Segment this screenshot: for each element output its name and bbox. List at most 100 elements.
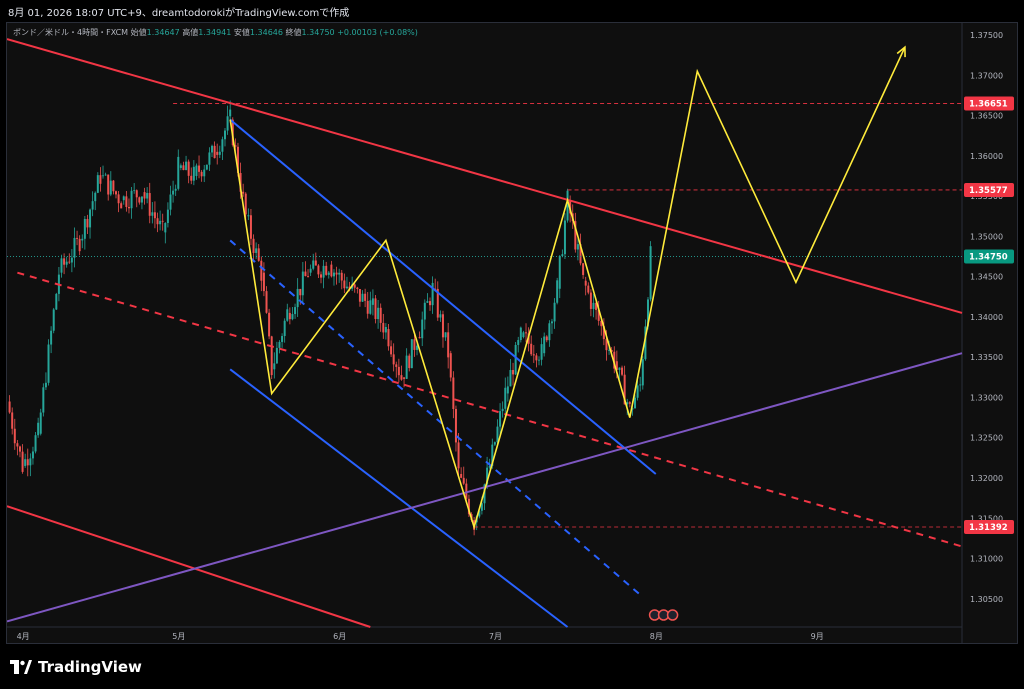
candle-body [618, 367, 621, 370]
candle-body [127, 206, 130, 209]
candle-body [96, 175, 99, 193]
candle-body [540, 344, 543, 360]
candle-body [140, 196, 143, 203]
candle-body [166, 209, 169, 223]
candle-body [275, 347, 278, 364]
candle-body [268, 312, 271, 337]
x-tick-label: 5月 [172, 632, 185, 641]
candle-body [242, 191, 245, 194]
candle-body [345, 286, 348, 289]
footer: TradingView [0, 644, 1024, 689]
candle-body [226, 116, 229, 131]
candle-body [133, 190, 136, 192]
candle-body [382, 322, 385, 333]
candle-body [68, 261, 71, 263]
candle-body [94, 192, 97, 202]
candle-body [135, 190, 138, 198]
candle-body [31, 451, 34, 459]
y-tick-label: 1.32500 [970, 434, 1003, 443]
candle-body [301, 271, 304, 296]
candle-body [130, 190, 133, 209]
top-caption-bar: 8月 01, 2026 18:07 UTC+9、dreamtodorokiがTr… [0, 0, 1024, 22]
price-badge-label: 1.36651 [969, 99, 1008, 109]
candle-body [621, 367, 624, 375]
candle-body [634, 397, 637, 409]
candle-body [371, 298, 374, 305]
candle-body [286, 309, 289, 321]
candle-body [444, 332, 447, 338]
legend-close: 1.34750 [301, 28, 335, 37]
legend-change: +0.00103 (+0.08%) [337, 28, 418, 37]
candle-body [452, 377, 455, 409]
y-tick-label: 1.34000 [970, 313, 1003, 322]
candle-body [138, 197, 141, 203]
candle-body [493, 442, 496, 445]
candle-body [291, 314, 294, 320]
candle-body [553, 302, 556, 322]
candle-body [120, 203, 123, 209]
legend-high: 1.34941 [198, 28, 232, 37]
price-badge-label: 1.31392 [969, 523, 1008, 533]
candle-body [89, 209, 92, 228]
candle-body [307, 276, 310, 277]
candle-body [320, 274, 323, 278]
candle-body [550, 321, 553, 324]
candle-body [47, 344, 50, 383]
chart-caption: 8月 01, 2026 18:07 UTC+9、dreamtodorokiがTr… [8, 8, 350, 19]
candle-body [392, 354, 395, 365]
candle-body [229, 109, 232, 117]
candle-body [294, 307, 297, 315]
candle-body [512, 370, 515, 375]
candle-body [208, 152, 211, 165]
candle-body [29, 458, 32, 466]
candle-body [403, 377, 406, 379]
candle-body [563, 220, 566, 255]
candle-body [99, 175, 102, 184]
candle-body [278, 341, 281, 348]
candle-body [332, 272, 335, 277]
candle-body [203, 169, 206, 177]
candle-body [499, 411, 502, 427]
candle-body [13, 428, 16, 444]
candle-body [146, 193, 149, 199]
candle-body [525, 332, 528, 334]
candle-body [517, 340, 520, 345]
candle-body [18, 446, 21, 452]
candle-body [159, 220, 162, 225]
candle-body [172, 190, 175, 195]
candle-body [73, 237, 76, 258]
candle-body [42, 387, 45, 413]
candle-body [37, 422, 40, 436]
chart-background [7, 23, 1017, 643]
candle-body [247, 215, 250, 217]
candle-body [410, 339, 413, 369]
chart-panel[interactable]: GBPUSD, 4時間 ポンド／米ドル 1.375001.370001.3650… [6, 22, 1018, 644]
candle-body [161, 220, 164, 222]
candle-body [343, 280, 346, 289]
candle-body [535, 355, 538, 361]
candle-body [244, 193, 247, 215]
legend-open-label: 始値 [130, 28, 147, 37]
candle-body [288, 312, 291, 320]
candle-body [143, 192, 146, 199]
tradingview-logo[interactable]: TradingView [10, 658, 142, 676]
candle-body [423, 302, 426, 320]
candle-body [26, 459, 29, 466]
candle-body [273, 363, 276, 370]
y-tick-label: 1.36000 [970, 152, 1003, 161]
candle-body [408, 355, 411, 369]
candle-body [314, 260, 317, 266]
candle-body [519, 327, 522, 341]
candle-body [109, 180, 112, 195]
candle-body [76, 237, 79, 239]
candle-body [309, 268, 312, 273]
candle-body [421, 319, 424, 339]
candle-body [426, 301, 429, 303]
candle-body [185, 161, 188, 171]
price-chart[interactable]: 1.375001.370001.365001.360001.355001.350… [7, 23, 1018, 644]
y-tick-label: 1.31000 [970, 555, 1003, 564]
candle-body [506, 386, 509, 394]
candle-body [628, 402, 631, 404]
candle-body [537, 359, 540, 361]
candle-body [78, 238, 81, 252]
